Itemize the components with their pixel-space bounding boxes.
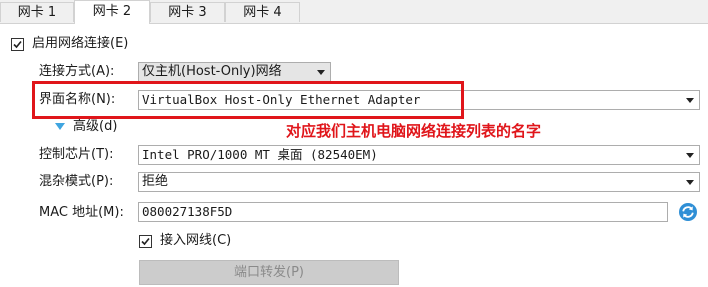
promiscuous-value: 拒绝: [142, 174, 169, 189]
mac-input[interactable]: 080027138F5D: [138, 202, 668, 222]
refresh-icon[interactable]: [678, 202, 698, 222]
enable-adapter-label: 启用网络连接(E): [32, 36, 129, 51]
chevron-down-icon: [686, 153, 694, 158]
cable-connected-label: 接入网线(C): [160, 233, 232, 248]
chevron-down-icon: [686, 98, 694, 103]
promiscuous-label: 混杂模式(P):: [39, 174, 114, 189]
port-forwarding-button[interactable]: 端口转发(P): [139, 260, 399, 285]
tab-adapter-2[interactable]: 网卡 2: [74, 0, 150, 24]
adapter-type-select[interactable]: Intel PRO/1000 MT 桌面 (82540EM): [138, 145, 700, 165]
attached-to-value: 仅主机(Host-Only)网络: [142, 64, 282, 79]
cable-connected-checkbox[interactable]: [139, 235, 152, 248]
chevron-down-icon: [686, 180, 694, 185]
tab-bar: 网卡 1 网卡 2 网卡 3 网卡 4: [0, 0, 708, 24]
checkmark-icon: [13, 40, 22, 49]
adapter-name-value: VirtualBox Host-Only Ethernet Adapter: [142, 92, 421, 107]
tab-adapter-4[interactable]: 网卡 4: [225, 2, 300, 22]
checkmark-icon: [141, 237, 150, 246]
adapter-name-select[interactable]: VirtualBox Host-Only Ethernet Adapter: [138, 90, 700, 110]
adapter-name-label: 界面名称(N):: [39, 92, 116, 107]
tab-adapter-1[interactable]: 网卡 1: [0, 2, 74, 22]
annotation-text: 对应我们主机电脑网络连接列表的名字: [286, 122, 542, 140]
mac-label: MAC 地址(M):: [39, 205, 124, 220]
enable-adapter-checkbox[interactable]: [11, 38, 24, 51]
tab-adapter-3[interactable]: 网卡 3: [150, 2, 225, 22]
attached-to-select[interactable]: 仅主机(Host-Only)网络: [138, 62, 331, 82]
adapter-type-value: Intel PRO/1000 MT 桌面 (82540EM): [142, 147, 378, 162]
advanced-toggle[interactable]: 高级(d): [73, 117, 117, 137]
adapter-type-label: 控制芯片(T):: [39, 147, 114, 162]
expand-triangle-icon[interactable]: [55, 123, 65, 130]
promiscuous-select[interactable]: 拒绝: [138, 172, 700, 192]
chevron-down-icon: [317, 70, 325, 75]
attached-to-label: 连接方式(A):: [39, 64, 115, 79]
